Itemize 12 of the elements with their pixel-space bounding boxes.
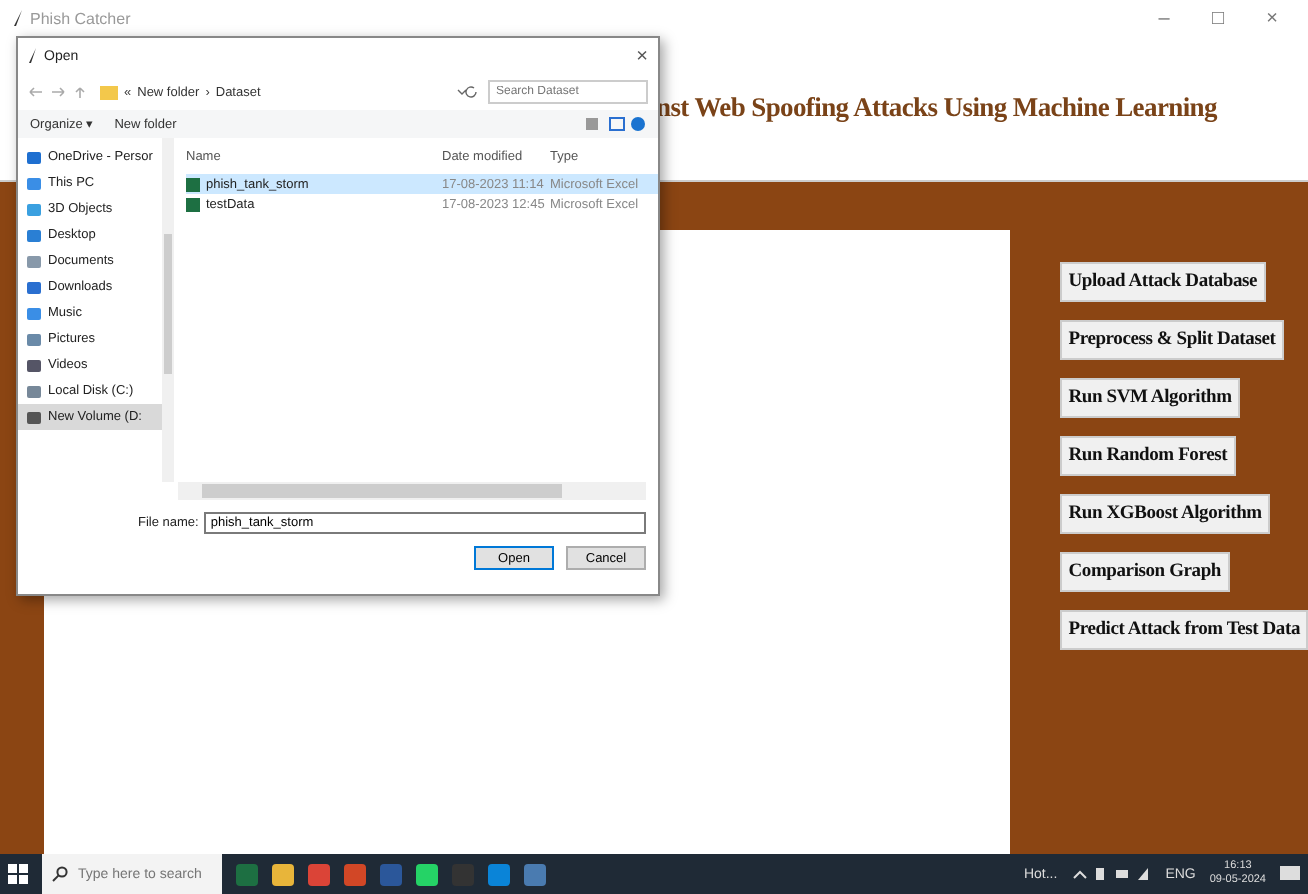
action-button[interactable]: Run XGBoost Algorithm (1060, 494, 1270, 534)
action-button[interactable]: Comparison Graph (1060, 552, 1229, 592)
close-button[interactable]: × (636, 45, 648, 67)
action-button[interactable]: Preprocess & Split Dataset (1060, 320, 1284, 360)
action-button[interactable]: Run Random Forest (1060, 436, 1236, 476)
action-button[interactable]: Predict Attack from Test Data (1060, 610, 1308, 650)
window-title: Phish Catcher (30, 9, 131, 27)
minimize-button[interactable]: – (1140, 7, 1188, 29)
action-button[interactable]: Upload Attack Database (1060, 262, 1266, 302)
close-button[interactable]: × (1248, 7, 1296, 29)
action-button[interactable]: Run SVM Algorithm (1060, 378, 1240, 418)
maximize-button[interactable]: □ (1194, 7, 1242, 29)
